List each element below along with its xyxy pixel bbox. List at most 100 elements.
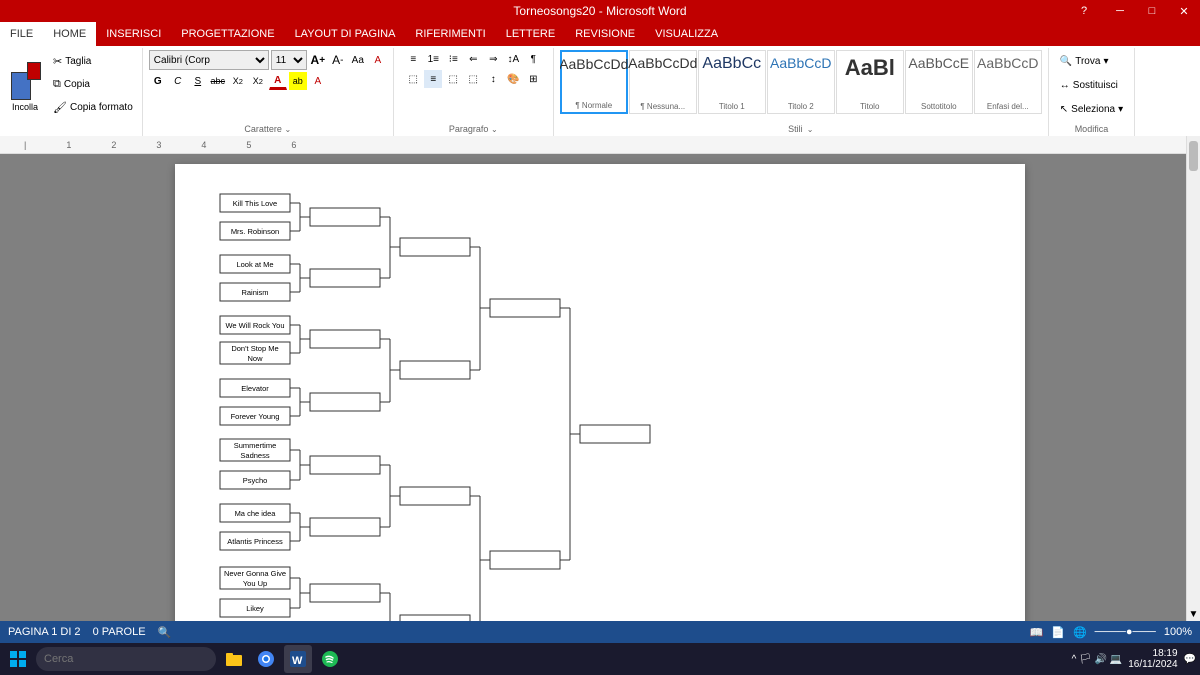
seleziona-dropdown-icon[interactable]: ▾ — [1118, 104, 1123, 115]
copia-formato-button[interactable]: 🖌 Copia formato — [48, 96, 138, 118]
app-title: Torneosongs20 - Microsoft Word — [513, 4, 686, 18]
modifica-label: Modifica — [1075, 124, 1109, 134]
font-color-button[interactable]: A — [269, 72, 287, 90]
font-grow-button[interactable]: A+ — [309, 51, 327, 69]
justify-button[interactable]: ⬚ — [464, 70, 482, 88]
spotify-button[interactable] — [316, 645, 344, 673]
view-mode-read[interactable]: 📖 — [1030, 626, 1044, 639]
tab-progettazione[interactable]: PROGETTAZIONE — [171, 22, 284, 46]
notification-icon[interactable]: 💬 — [1184, 654, 1196, 665]
copia-label: Copia — [64, 79, 90, 90]
view-mode-web[interactable]: 🌐 — [1073, 626, 1087, 639]
shading-button[interactable]: 🎨 — [504, 70, 522, 88]
line-spacing-button[interactable]: ↕ — [484, 70, 502, 88]
trova-dropdown-icon[interactable]: ▾ — [1103, 56, 1108, 67]
select-icon: ↖ — [1060, 104, 1068, 115]
style-titolo2[interactable]: AaBbCcD Titolo 2 — [767, 50, 835, 114]
tab-lettere[interactable]: LETTERE — [496, 22, 566, 46]
bullet-list-button[interactable]: ≡ — [404, 50, 422, 68]
seleziona-label: Seleziona — [1071, 104, 1115, 115]
case-button[interactable]: Aa — [349, 51, 367, 69]
word-button[interactable]: W — [284, 645, 312, 673]
numbered-list-button[interactable]: 1≡ — [424, 50, 442, 68]
style-titolo[interactable]: AaBl Titolo — [836, 50, 904, 114]
close-button[interactable]: ✕ — [1168, 0, 1200, 22]
tab-riferimenti[interactable]: RIFERIMENTI — [405, 22, 495, 46]
svg-text:We Will Rock You: We Will Rock You — [225, 321, 284, 330]
text-color-button[interactable]: A — [309, 72, 327, 90]
paragrafo-label: Paragrafo ⌄ — [449, 124, 498, 134]
file-explorer-button[interactable] — [220, 645, 248, 673]
font-name-select[interactable]: Calibri (Corp — [149, 50, 269, 70]
trova-button[interactable]: 🔍 Trova ▾ — [1055, 50, 1128, 72]
font-size-select[interactable]: 11 — [271, 50, 307, 70]
superscript-button[interactable]: X2 — [249, 72, 267, 90]
multilevel-list-button[interactable]: ⁝≡ — [444, 50, 462, 68]
align-center-button[interactable]: ≡ — [424, 70, 442, 88]
modifica-group: 🔍 Trova ▾ ↔ Sostituisci ↖ Seleziona ▾ Mo… — [1049, 48, 1135, 136]
underline-button[interactable]: S — [189, 72, 207, 90]
styles-expand-icon[interactable]: ⌄ — [807, 125, 814, 134]
bold-button[interactable]: G — [149, 72, 167, 90]
minimize-button[interactable]: ─ — [1104, 0, 1136, 22]
ruler: | 1 2 3 4 5 6 — [0, 136, 1186, 154]
style-enfasi[interactable]: AaBbCcD Enfasi del... — [974, 50, 1042, 114]
ribbon-content: Incolla ✂ Taglia ⧉ Copia 🖌 Copia formato… — [0, 46, 1200, 140]
highlight-button[interactable]: ab — [289, 72, 307, 90]
show-hide-button[interactable]: ¶ — [524, 50, 542, 68]
start-button[interactable] — [4, 645, 32, 673]
align-row: ⬚ ≡ ⬚ ⬚ ↕ 🎨 ⊞ — [404, 70, 542, 88]
taglia-button[interactable]: ✂ Taglia — [48, 50, 138, 72]
seleziona-button[interactable]: ↖ Seleziona ▾ — [1055, 98, 1128, 120]
style-normale[interactable]: AaBbCcDd ¶ Normale — [560, 50, 628, 114]
styles-group: AaBbCcDd ¶ Normale AaBbCcDd ¶ Nessuna...… — [554, 48, 1049, 136]
chrome-button[interactable] — [252, 645, 280, 673]
borders-button[interactable]: ⊞ — [524, 70, 542, 88]
status-bar: PAGINA 1 DI 2 0 PAROLE 🔍 📖 📄 🌐 ────●─── … — [0, 621, 1200, 643]
italic-button[interactable]: C — [169, 72, 187, 90]
paste-button[interactable]: Incolla — [4, 50, 46, 120]
tab-layout[interactable]: LAYOUT DI PAGINA — [285, 22, 406, 46]
style-titolo1[interactable]: AaBbCc Titolo 1 — [698, 50, 766, 114]
increase-indent-button[interactable]: ⇒ — [484, 50, 502, 68]
ribbon: FILE HOME INSERISCI PROGETTAZIONE LAYOUT… — [0, 22, 1200, 141]
windows-icon — [10, 651, 26, 667]
svg-text:Atlantis Princess: Atlantis Princess — [227, 537, 283, 546]
style-nessuna[interactable]: AaBbCcDd ¶ Nessuna... — [629, 50, 697, 114]
tab-home[interactable]: HOME — [43, 22, 96, 46]
taglia-label: Taglia — [65, 56, 91, 67]
svg-text:Rainism: Rainism — [241, 288, 268, 297]
taskbar-search[interactable] — [36, 647, 216, 671]
strikethrough-button[interactable]: abc — [209, 72, 227, 90]
restore-button[interactable]: □ — [1136, 0, 1168, 22]
zoom-slider[interactable]: ────●─── — [1095, 626, 1156, 638]
scroll-thumb[interactable] — [1189, 141, 1198, 171]
help-button[interactable]: ? — [1068, 0, 1100, 22]
ribbon-tab-bar: FILE HOME INSERISCI PROGETTAZIONE LAYOUT… — [0, 22, 1200, 46]
clear-format-button[interactable]: A — [369, 51, 387, 69]
zoom-level: 100% — [1164, 626, 1192, 638]
svg-text:Mrs. Robinson: Mrs. Robinson — [231, 227, 279, 236]
tab-revisione[interactable]: REVISIONE — [565, 22, 645, 46]
font-shrink-button[interactable]: A- — [329, 51, 347, 69]
scroll-down-button[interactable]: ▼ — [1187, 607, 1200, 621]
svg-text:Sadness: Sadness — [240, 451, 269, 460]
align-left-button[interactable]: ⬚ — [404, 70, 422, 88]
copia-button[interactable]: ⧉ Copia — [48, 73, 138, 95]
word-icon: W — [290, 651, 306, 667]
tab-file[interactable]: FILE — [0, 22, 43, 46]
svg-text:W: W — [292, 655, 303, 667]
taskbar-icons: ^ 🏳 🔊 💻 — [1072, 654, 1123, 665]
document-area[interactable]: Kill This Love Mrs. Robinson Look at Me … — [0, 154, 1200, 621]
style-sottotitolo[interactable]: AaBbCcE Sottotitolo — [905, 50, 973, 114]
decrease-indent-button[interactable]: ⇐ — [464, 50, 482, 68]
sort-button[interactable]: ↕A — [504, 50, 522, 68]
taskbar-clock: 18:19 16/11/2024 — [1128, 648, 1177, 670]
subscript-button[interactable]: X2 — [229, 72, 247, 90]
sostituisci-button[interactable]: ↔ Sostituisci — [1055, 74, 1128, 96]
scrollbar[interactable]: ▼ — [1186, 136, 1200, 621]
view-mode-print[interactable]: 📄 — [1051, 626, 1065, 639]
tab-visualizza[interactable]: VISUALIZZA — [645, 22, 728, 46]
align-right-button[interactable]: ⬚ — [444, 70, 462, 88]
tab-inserisci[interactable]: INSERISCI — [96, 22, 171, 46]
